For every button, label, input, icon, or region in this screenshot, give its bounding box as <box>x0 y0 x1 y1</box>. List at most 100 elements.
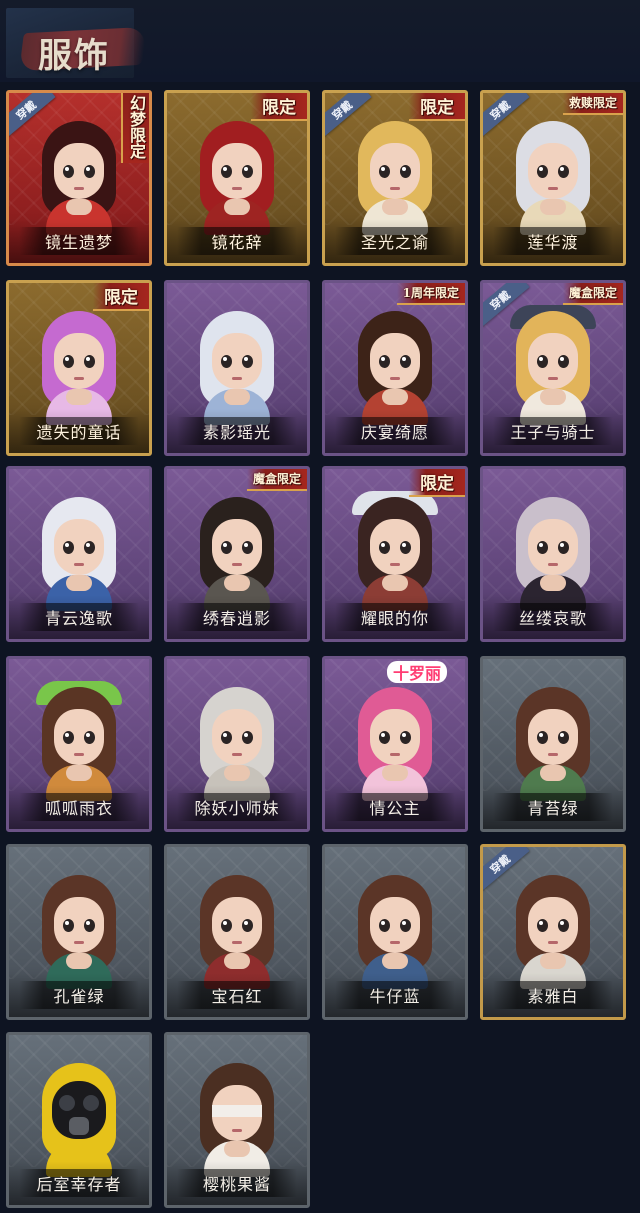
limited-tag-badge: 限定 <box>409 93 465 121</box>
costume-name: 牛仔蓝 <box>335 981 455 1009</box>
costume-name: 庆宴绮愿 <box>335 417 455 445</box>
character-hands <box>382 199 408 215</box>
eye <box>400 731 411 744</box>
character-portrait <box>348 869 442 989</box>
eye <box>221 541 232 554</box>
eye <box>63 165 74 178</box>
costume-card[interactable]: 呱呱雨衣 <box>6 656 152 832</box>
character-hands <box>224 199 250 215</box>
costume-card[interactable]: 绣春逍影 魔盒限定 <box>164 466 310 642</box>
mouth <box>74 941 84 944</box>
costume-card[interactable]: 樱桃果酱 <box>164 1032 310 1208</box>
character-portrait <box>348 491 442 611</box>
costume-name: 呱呱雨衣 <box>19 793 139 821</box>
mouth <box>390 377 400 380</box>
character-face <box>54 897 104 953</box>
costume-card[interactable]: 青云逸歌 <box>6 466 152 642</box>
character-face <box>54 333 104 389</box>
costume-name: 遗失的童话 <box>19 417 139 445</box>
character-face <box>54 143 104 199</box>
eye <box>242 355 253 368</box>
costume-card[interactable]: 莲华渡 穿戴 救赎限定 <box>480 90 626 266</box>
character-face <box>54 709 104 765</box>
character-hands <box>224 953 250 969</box>
eye <box>84 541 95 554</box>
character-portrait <box>348 305 442 425</box>
mouth <box>232 753 242 756</box>
character-hands <box>382 765 408 781</box>
eye <box>242 165 253 178</box>
costume-name: 莲华渡 <box>493 227 613 255</box>
costume-card[interactable]: 镜花辞 限定 <box>164 90 310 266</box>
limited-tag-badge: 魔盒限定 <box>246 469 307 491</box>
character-hands <box>224 575 250 591</box>
costume-card[interactable]: 孔雀绿 <box>6 844 152 1020</box>
costume-name: 青苔绿 <box>493 793 613 821</box>
costume-name: 除妖小师妹 <box>177 793 297 821</box>
costume-name: 绣春逍影 <box>177 603 297 631</box>
costume-name: 后室幸存者 <box>19 1169 139 1197</box>
costume-card[interactable]: 丝缕哀歌 <box>480 466 626 642</box>
eye <box>221 165 232 178</box>
eye <box>379 541 390 554</box>
mouth <box>548 187 558 190</box>
character-hands <box>382 389 408 405</box>
eye <box>84 731 95 744</box>
character-hands <box>66 765 92 781</box>
limited-tag-badge: 限定 <box>251 93 307 121</box>
character-portrait <box>190 305 284 425</box>
eye <box>558 919 569 932</box>
costume-name: 丝缕哀歌 <box>493 603 613 631</box>
mouth <box>74 377 84 380</box>
character-face <box>370 519 420 575</box>
costume-name: 樱桃果酱 <box>177 1169 297 1197</box>
costume-card[interactable]: 王子与骑士 穿戴 魔盒限定 <box>480 280 626 456</box>
limited-tag-badge: 1周年限定 <box>396 283 465 305</box>
character-portrait <box>190 1057 284 1177</box>
costume-name: 青云逸歌 <box>19 603 139 631</box>
limited-tag-badge: 限定 <box>409 469 465 497</box>
eye <box>63 355 74 368</box>
eye <box>537 919 548 932</box>
costume-card[interactable]: 遗失的童话 限定 <box>6 280 152 456</box>
costume-card[interactable]: 圣光之谕 穿戴 限定 <box>322 90 468 266</box>
costume-card[interactable]: 镜生遗梦 穿戴 幻梦限定 <box>6 90 152 266</box>
title-plate: 服饰 <box>6 8 147 78</box>
mouth <box>232 941 242 944</box>
eye <box>84 919 95 932</box>
character-face <box>528 897 578 953</box>
costume-card[interactable]: 除妖小师妹 <box>164 656 310 832</box>
limited-tag-badge: 限定 <box>93 283 149 311</box>
costume-card[interactable]: 后室幸存者 <box>6 1032 152 1208</box>
mouth <box>74 753 84 756</box>
character-face <box>212 143 262 199</box>
header-bar: 服饰 <box>0 0 640 82</box>
eye <box>537 541 548 554</box>
eye <box>400 165 411 178</box>
costume-name: 素影瑶光 <box>177 417 297 445</box>
character-portrait <box>190 115 284 235</box>
eye <box>84 355 95 368</box>
character-portrait <box>506 305 600 425</box>
character-portrait <box>506 491 600 611</box>
eye <box>242 541 253 554</box>
costume-card[interactable]: 宝石红 <box>164 844 310 1020</box>
costume-card[interactable]: 素雅白 穿戴 <box>480 844 626 1020</box>
eye <box>537 165 548 178</box>
character-portrait <box>32 115 126 235</box>
costume-card[interactable]: 耀眼的你 限定 <box>322 466 468 642</box>
eye <box>63 541 74 554</box>
character-hands <box>66 575 92 591</box>
costume-card[interactable]: 素影瑶光 <box>164 280 310 456</box>
mouth <box>390 563 400 566</box>
eye <box>379 165 390 178</box>
costume-card[interactable]: 情公主 十罗丽 <box>322 656 468 832</box>
costume-card[interactable]: 牛仔蓝 <box>322 844 468 1020</box>
mouth <box>232 377 242 380</box>
eye <box>379 731 390 744</box>
costume-card[interactable]: 庆宴绮愿 1周年限定 <box>322 280 468 456</box>
character-face <box>54 519 104 575</box>
character-portrait <box>348 115 442 235</box>
eye <box>63 731 74 744</box>
costume-card[interactable]: 青苔绿 <box>480 656 626 832</box>
